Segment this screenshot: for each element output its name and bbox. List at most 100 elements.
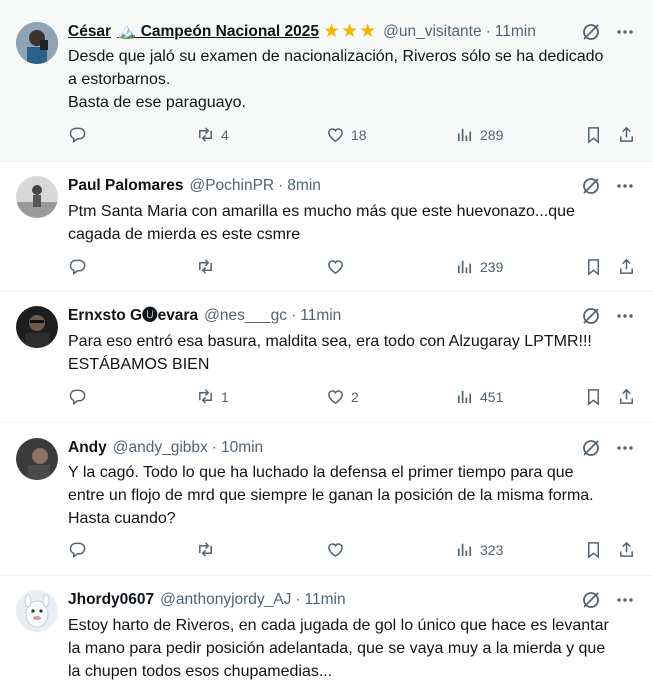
tweet-time[interactable]: 11min [495, 22, 536, 42]
grok-icon[interactable] [581, 438, 601, 458]
reply-button[interactable] [68, 125, 93, 144]
avatar[interactable] [16, 438, 58, 480]
separator-dot: · [295, 591, 301, 608]
author-name[interactable]: Jhordy0607 [68, 590, 154, 610]
tweet-text: Para eso entró esa basura, maldita sea, … [68, 330, 639, 376]
views-button[interactable]: 239 [455, 257, 503, 276]
tweet-time[interactable]: 8min [287, 176, 321, 196]
tweet-line: Desde que jaló su examen de nacionalizac… [68, 48, 604, 65]
bookmark-icon [587, 259, 600, 276]
avatar[interactable] [16, 22, 58, 64]
tweet-line: la mano para pedir posición adelantada, … [68, 640, 606, 657]
bookmark-icon [587, 542, 600, 559]
view-count: 289 [480, 126, 504, 143]
like-button[interactable]: 18 [326, 125, 367, 144]
heart-icon [328, 128, 343, 143]
views-chart-icon [457, 543, 472, 557]
grok-icon[interactable] [581, 22, 601, 42]
repost-icon [199, 542, 212, 557]
separator-dot: · [278, 177, 284, 194]
reply-icon [69, 542, 86, 559]
more-options-icon[interactable] [615, 306, 635, 326]
repost-count: 1 [221, 388, 229, 405]
author-name[interactable]: Paul Palomares [68, 176, 183, 196]
more-options-icon[interactable] [615, 590, 635, 610]
separator-dot: · [211, 439, 217, 456]
tweet-line: Estoy harto de Riveros, en cada jugada d… [68, 617, 609, 634]
tweet-text: Desde que jaló su examen de nacionalizac… [68, 45, 639, 114]
like-button[interactable] [326, 257, 351, 276]
reply-button[interactable] [68, 540, 93, 559]
author-name-extra[interactable]: 🏔️ Campeón Nacional 2025 [117, 22, 319, 42]
author-handle[interactable]: @anthonyjordy_AJ [160, 590, 291, 610]
more-options-icon[interactable] [615, 438, 635, 458]
views-button[interactable]: 451 [455, 387, 503, 406]
reply-button[interactable] [68, 257, 93, 276]
tweet[interactable]: Paul Palomares @PochinPR · 8min Ptm Sant… [0, 162, 653, 292]
view-count: 239 [480, 258, 504, 275]
repost-button[interactable] [196, 257, 221, 276]
heart-icon [328, 390, 343, 405]
tweet-time[interactable]: 11min [300, 306, 341, 326]
share-icon [620, 258, 633, 274]
tweet-line: Basta de ese paraguayo. [68, 94, 246, 111]
tweet-line: Hasta cuando? [68, 510, 176, 527]
bookmark-icon [587, 127, 600, 144]
grok-icon[interactable] [581, 590, 601, 610]
tweet-text: Ptm Santa Maria con amarilla es mucho má… [68, 200, 639, 246]
repost-button[interactable] [196, 540, 221, 559]
tweet[interactable]: César 🏔️ Campeón Nacional 2025 ★★★ @un_v… [0, 0, 653, 162]
tweet-time[interactable]: 11min [305, 590, 346, 610]
tweet-line: cagada de mierda es este csmre [68, 226, 301, 243]
reply-icon [69, 259, 86, 276]
tweet-line: a estorbarnos. [68, 71, 171, 88]
grok-icon[interactable] [581, 306, 601, 326]
like-count: 2 [351, 388, 359, 405]
author-handle[interactable]: @PochinPR [189, 176, 274, 196]
tweet[interactable]: Ernxsto G🅤evara @nes___gc · 11min Para e… [0, 292, 653, 423]
bookmark-button[interactable] [584, 125, 603, 144]
share-button[interactable] [617, 125, 636, 144]
avatar[interactable] [16, 590, 58, 632]
author-name[interactable]: Andy [68, 438, 107, 458]
share-button[interactable] [617, 257, 636, 276]
share-button[interactable] [617, 540, 636, 559]
share-button[interactable] [617, 387, 636, 406]
tweet-line: ESTÁBAMOS BIEN [68, 356, 210, 373]
repost-button[interactable]: 1 [196, 387, 229, 406]
bookmark-button[interactable] [584, 387, 603, 406]
tweet-line: entre un flojo de mrd que siempre le gan… [68, 487, 594, 504]
reply-icon [69, 389, 86, 406]
like-button[interactable] [326, 540, 351, 559]
tweet-line: Ptm Santa Maria con amarilla es mucho má… [68, 203, 575, 220]
views-button[interactable]: 289 [455, 125, 503, 144]
tweet[interactable]: Andy @andy_gibbx · 10min Y la cagó. Todo… [0, 423, 653, 576]
tweet-text: Estoy harto de Riveros, en cada jugada d… [68, 614, 639, 683]
tweet-line: Para eso entró esa basura, maldita sea, … [68, 333, 592, 350]
tweet-time[interactable]: 10min [221, 438, 263, 458]
author-handle[interactable]: @un_visitante [383, 22, 481, 42]
like-button[interactable]: 2 [326, 387, 359, 406]
repost-button[interactable]: 4 [196, 125, 229, 144]
bookmark-button[interactable] [584, 257, 603, 276]
share-icon [620, 126, 633, 142]
views-button[interactable]: 323 [455, 540, 503, 559]
author-name[interactable]: Ernxsto G🅤evara [68, 306, 198, 326]
repost-count: 4 [221, 126, 229, 143]
like-count: 18 [351, 126, 367, 143]
avatar[interactable] [16, 176, 58, 218]
avatar[interactable] [16, 306, 58, 348]
views-chart-icon [457, 260, 472, 274]
bookmark-button[interactable] [584, 540, 603, 559]
author-handle[interactable]: @nes___gc [204, 306, 287, 326]
reply-button[interactable] [68, 387, 93, 406]
grok-icon[interactable] [581, 176, 601, 196]
author-handle[interactable]: @andy_gibbx [113, 438, 208, 458]
star-badges: ★★★ [323, 21, 378, 42]
separator-dot: · [485, 23, 491, 40]
more-options-icon[interactable] [615, 176, 635, 196]
tweet[interactable]: Jhordy0607 @anthonyjordy_AJ · 11min Esto… [0, 576, 653, 687]
share-icon [620, 541, 633, 557]
author-name[interactable]: César [68, 22, 111, 42]
more-options-icon[interactable] [615, 22, 635, 42]
